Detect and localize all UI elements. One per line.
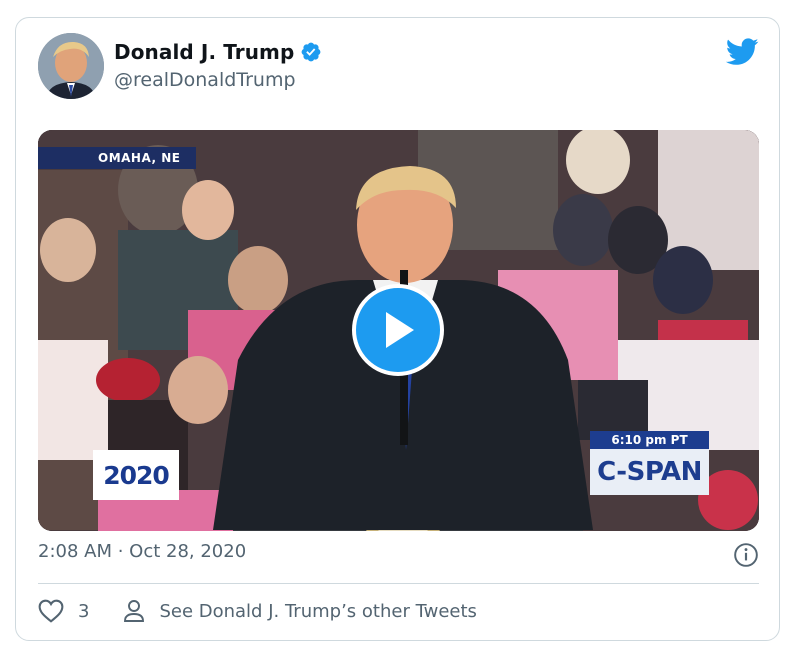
- divider: [38, 583, 759, 584]
- verified-badge-icon: [302, 42, 321, 62]
- display-name[interactable]: Donald J. Trump: [114, 40, 294, 64]
- tweet-card: Donald J. Trump @realDonaldTrump OMAHA, …: [15, 17, 780, 641]
- avatar[interactable]: [38, 33, 104, 99]
- like-button[interactable]: 3: [38, 599, 123, 623]
- video-player[interactable]: OMAHA, NE 2020 6:10 pm PT C-SPAN: [38, 130, 759, 531]
- info-icon[interactable]: [733, 542, 759, 568]
- play-button[interactable]: [352, 284, 444, 376]
- election-2020-logo: 2020: [93, 450, 179, 500]
- location-badge: OMAHA, NE: [38, 147, 197, 169]
- election-2020-logo-text: 2020: [103, 460, 170, 490]
- play-icon: [386, 312, 414, 348]
- like-count: 3: [78, 600, 90, 622]
- other-tweets-link[interactable]: See Donald J. Trump’s other Tweets: [123, 599, 477, 623]
- network-logo: C-SPAN: [590, 449, 709, 495]
- broadcast-time-badge: 6:10 pm PT: [590, 431, 709, 449]
- author-name-row: Donald J. Trump: [114, 39, 322, 65]
- twitter-bird-icon[interactable]: [726, 38, 759, 66]
- author-handle[interactable]: @realDonaldTrump: [114, 69, 296, 91]
- other-tweets-label: See Donald J. Trump’s other Tweets: [159, 600, 477, 622]
- person-icon: [124, 600, 145, 622]
- heart-icon: [38, 599, 64, 623]
- tweet-actions: 3 See Donald J. Trump’s other Tweets: [38, 598, 477, 624]
- tweet-timestamp[interactable]: 2:08 AM · Oct 28, 2020: [38, 541, 246, 562]
